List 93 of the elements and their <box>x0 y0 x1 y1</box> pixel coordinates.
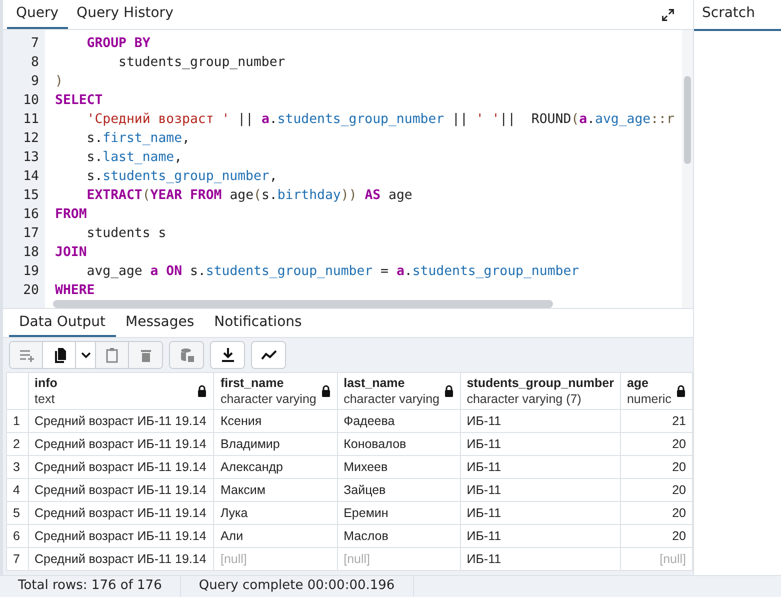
table-cell: Владимир <box>214 432 338 456</box>
line-number: 19 <box>22 263 40 281</box>
line-number: 10 <box>22 92 40 110</box>
table-cell: 20 <box>620 478 692 502</box>
table-cell: [null] <box>337 548 460 570</box>
table-cell: Михеев <box>337 456 460 478</box>
column-name[interactable]: students_group_number <box>466 375 614 391</box>
table-cell: ИБ-11 <box>460 502 620 524</box>
code-line: JOIN <box>55 244 87 262</box>
code-line: students s <box>86 225 166 243</box>
column-name[interactable]: first_name <box>220 375 317 391</box>
table-cell: ИБ-11 <box>460 410 620 432</box>
line-number: 9 <box>30 73 40 91</box>
code-line: s.last_name, <box>86 149 182 167</box>
status-text: Total rows: 176 of 176 <box>0 576 181 597</box>
table-cell: Средний возраст ИБ-11 19.14 <box>28 456 214 478</box>
clipboard-icon <box>104 347 120 363</box>
scratch-pad-tab[interactable]: Scratch <box>694 0 781 31</box>
table-cell: Коновалов <box>337 432 460 456</box>
row-number: 1 <box>6 410 28 432</box>
table-cell: ИБ-11 <box>460 548 620 570</box>
code-line: WHERE <box>55 282 95 300</box>
query-tab[interactable]: Query History <box>68 0 182 29</box>
table-cell: Лука <box>214 502 338 524</box>
code-line: FROM <box>55 206 87 224</box>
line-number: 13 <box>22 149 40 167</box>
line-number: 18 <box>22 244 40 262</box>
line-number: 20 <box>22 282 40 300</box>
column-type: character varying (7) <box>466 391 582 407</box>
table-cell: [null] <box>620 548 692 570</box>
column-name[interactable]: info <box>34 375 194 391</box>
line-number: 8 <box>30 54 40 72</box>
code-line: s.students_group_number, <box>86 168 278 186</box>
download-icon <box>220 347 236 363</box>
column-name[interactable]: age <box>626 375 672 391</box>
table-cell: Александр <box>214 456 338 478</box>
status-text: Query complete 00:00:00.196 <box>180 576 414 597</box>
column-name[interactable]: last_name <box>344 375 440 391</box>
row-number: 5 <box>6 502 28 524</box>
row-number: 7 <box>6 548 28 570</box>
table-cell: Средний возраст ИБ-11 19.14 <box>28 548 214 570</box>
table-cell: 20 <box>620 524 692 548</box>
code-line: ) <box>55 73 63 91</box>
code-line: GROUP BY <box>86 35 150 53</box>
table-cell: Ксения <box>214 410 338 432</box>
row-number: 3 <box>6 456 28 478</box>
table-cell: Али <box>214 524 338 548</box>
database-icon <box>178 347 194 363</box>
column-type: character varying <box>344 391 440 407</box>
table-cell: ИБ-11 <box>460 478 620 502</box>
scrollbar-thumb[interactable] <box>684 76 691 164</box>
line-number: 16 <box>22 206 40 224</box>
table-cell: Еремин <box>337 502 460 524</box>
table-cell: ИБ-11 <box>460 432 620 456</box>
table-cell: 20 <box>620 502 692 524</box>
code-line: EXTRACT(YEAR FROM age(s.birthday)) AS age <box>86 187 412 205</box>
table-cell: ИБ-11 <box>460 524 620 548</box>
line-number: 12 <box>22 130 40 148</box>
table-cell: Максим <box>214 478 338 502</box>
scrollbar-thumb[interactable] <box>53 300 553 308</box>
table-cell: [null] <box>214 548 338 570</box>
row-number: 2 <box>6 432 28 456</box>
table-cell: Средний возраст ИБ-11 19.14 <box>28 478 214 502</box>
column-type: text <box>34 391 56 407</box>
code-line: avg_age a ON s.students_group_number = a.students_group_number <box>86 263 580 281</box>
table-cell: 21 <box>620 410 692 432</box>
table-cell: Средний возраст ИБ-11 19.14 <box>28 432 214 456</box>
output-tab[interactable]: Messages <box>116 309 204 337</box>
column-type: character varying <box>220 391 317 407</box>
add-row-icon <box>18 347 34 363</box>
line-number: 11 <box>22 111 40 129</box>
code-line: SELECT <box>55 92 103 110</box>
output-tab[interactable]: Notifications <box>204 309 312 337</box>
code-line: s.first_name, <box>86 130 190 148</box>
row-number: 4 <box>6 478 28 502</box>
table-cell: 20 <box>620 432 692 456</box>
code-line: students_group_number <box>118 54 286 72</box>
table-cell: 20 <box>620 456 692 478</box>
table-cell: Средний возраст ИБ-11 19.14 <box>28 524 214 548</box>
expand-icon[interactable] <box>661 8 675 22</box>
table-cell: Средний возраст ИБ-11 19.14 <box>28 502 214 524</box>
table-cell: ИБ-11 <box>460 456 620 478</box>
table-cell: Средний возраст ИБ-11 19.14 <box>28 410 214 432</box>
table-cell: Зайцев <box>337 478 460 502</box>
line-number: 15 <box>22 187 40 205</box>
line-number: 14 <box>22 168 40 186</box>
table-cell: Маслов <box>337 524 460 548</box>
table-cell: Фадеева <box>337 410 460 432</box>
line-number: 7 <box>30 35 40 53</box>
code-line: 'Средний возраст ' || a.students_group_number || ' '|| ROUND(a.avg_age::r <box>86 111 674 129</box>
line-number: 17 <box>22 225 40 243</box>
column-type: numeric <box>626 391 672 407</box>
row-number: 6 <box>6 524 28 548</box>
